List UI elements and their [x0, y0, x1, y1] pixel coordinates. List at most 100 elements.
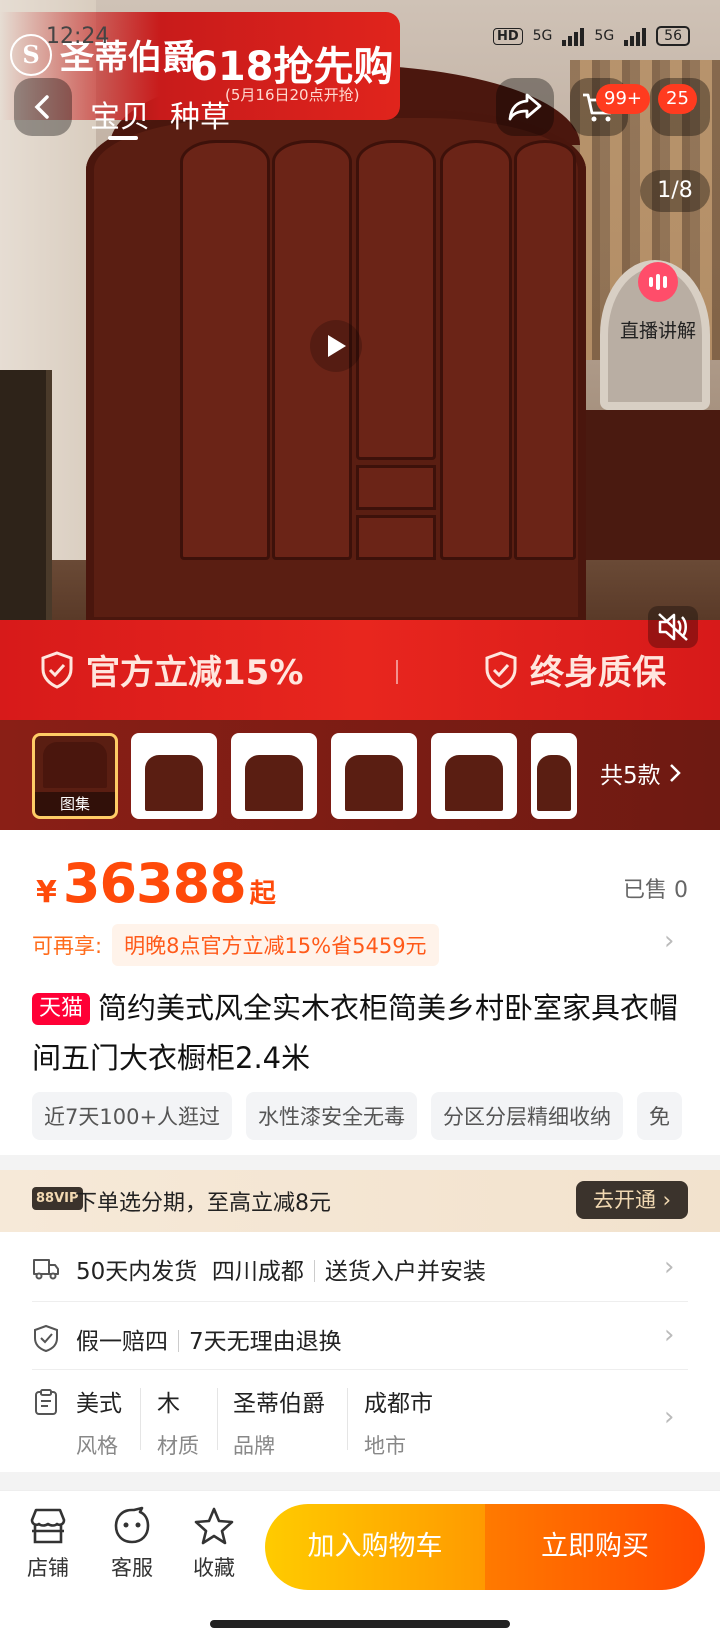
shipping-text: 50天内发货 四川成都 送货入户并安装 — [76, 1252, 486, 1286]
product-title: 天猫 简约美式风全实木衣柜简美乡村卧室家具衣帽间五门大衣橱柜2.4米 — [32, 983, 682, 1083]
cart-count-badge: 99+ — [596, 84, 650, 114]
price-value: 36388 — [62, 852, 247, 915]
price-currency: ¥ — [36, 875, 57, 910]
thumbnail-image — [43, 742, 107, 788]
spec-brand: 圣蒂伯爵 品牌 — [233, 1384, 325, 1460]
spec-key: 地市 — [364, 1434, 406, 1458]
shipping-service: 送货入户并安装 — [324, 1259, 486, 1285]
message-count-badge: 25 — [658, 84, 697, 114]
spec-key: 风格 — [76, 1434, 118, 1458]
thumbnail-variant[interactable] — [431, 733, 517, 819]
tab-item[interactable]: 宝贝 — [90, 92, 150, 136]
shield-check-icon — [41, 650, 73, 689]
tab-active-indicator — [108, 136, 138, 140]
divider — [217, 1388, 218, 1450]
thumbnail-image — [145, 755, 203, 811]
play-icon — [328, 335, 346, 357]
shop-label: 店铺 — [27, 1556, 69, 1580]
buy-now-button[interactable]: 立即购买 — [485, 1504, 705, 1590]
extra-discount-chip: 明晚8点官方立减15%省5459元 — [112, 924, 439, 966]
thumbnail-image — [345, 755, 403, 811]
variants-more-label: 共5款 — [600, 763, 661, 789]
chevron-right-icon[interactable]: › — [664, 926, 674, 956]
chat-face-icon — [114, 1506, 150, 1544]
signal-icon — [562, 26, 585, 46]
customer-service-button[interactable]: 客服 — [102, 1506, 162, 1582]
thumbnail-image — [445, 755, 503, 811]
chevron-right-icon: › — [664, 1402, 675, 1432]
tab-seeding[interactable]: 种草 — [170, 92, 230, 136]
live-explain-button[interactable]: 直播讲解 — [603, 262, 713, 372]
guarantee-text: 假一赔四 7天无理由退换 — [76, 1322, 342, 1356]
spec-style: 美式 风格 — [76, 1384, 122, 1460]
spec-key: 材质 — [157, 1434, 199, 1458]
promo-discount-label: 官方立减15% — [86, 653, 304, 693]
wardrobe-door — [440, 140, 512, 560]
divider — [178, 1330, 179, 1352]
favorite-label: 收藏 — [193, 1556, 235, 1580]
chevron-right-icon: › — [664, 1320, 675, 1350]
spec-city: 成都市 地市 — [364, 1384, 433, 1460]
strip-divider — [396, 660, 398, 684]
guarantee-return: 7天无理由退换 — [189, 1329, 342, 1355]
back-button[interactable] — [14, 78, 72, 136]
thumbnail-gallery[interactable]: 图集 — [32, 733, 118, 819]
spec-value: 圣蒂伯爵 — [233, 1391, 325, 1417]
mute-icon — [658, 613, 688, 641]
thumbnail-variant[interactable] — [331, 733, 417, 819]
spec-value: 木 — [157, 1391, 180, 1417]
thumbnail-image — [537, 755, 571, 811]
share-icon — [508, 93, 542, 121]
thumbnail-variant[interactable] — [131, 733, 217, 819]
product-page: S 圣蒂伯爵 618抢先购 (5月16日20点开抢) 12:24 HD 5G 5… — [0, 0, 720, 1640]
hero-frame — [0, 370, 52, 620]
product-tag: 免 — [637, 1092, 683, 1140]
divider — [313, 1260, 315, 1282]
status-bar: 12:24 HD 5G 5G 56 — [0, 0, 720, 70]
image-page-counter: 1/8 — [640, 170, 710, 212]
product-tag: 水性漆安全无毒 — [246, 1092, 418, 1140]
wardrobe-drawer — [356, 515, 436, 560]
network-5g-label: 5G — [532, 28, 553, 44]
promo-discount: 官方立减15% — [40, 645, 303, 694]
product-title-text: 简约美式风全实木衣柜简美乡村卧室家具衣帽间五门大衣橱柜2.4米 — [32, 991, 679, 1075]
thumbnail-gallery-label: 图集 — [35, 792, 115, 816]
shield-check-icon — [485, 650, 517, 689]
favorite-button[interactable]: 收藏 — [184, 1506, 244, 1582]
hero-desk — [585, 410, 720, 560]
thumbnail-variant[interactable] — [531, 733, 577, 819]
shop-icon — [30, 1508, 66, 1544]
shipping-row[interactable]: 50天内发货 四川成都 送货入户并安装 › — [32, 1232, 688, 1302]
variants-more-link[interactable]: 共5款 — [600, 756, 681, 790]
clipboard-icon — [35, 1389, 57, 1415]
guarantee-fake: 假一赔四 — [76, 1329, 168, 1355]
shipping-origin: 四川成都 — [211, 1259, 304, 1285]
thumbnail-variant[interactable] — [231, 733, 317, 819]
network-5g-label: 5G — [594, 28, 615, 44]
vip-open-label: 去开通 — [592, 1188, 656, 1212]
mute-button[interactable] — [648, 606, 698, 648]
divider — [347, 1388, 348, 1450]
promo-warranty: 终身质保 — [484, 645, 666, 694]
extra-discount-label: 可再享: — [32, 934, 103, 958]
shop-button[interactable]: 店铺 — [18, 1506, 78, 1582]
home-indicator[interactable] — [210, 1620, 510, 1628]
vip-open-button[interactable]: 去开通 › — [576, 1181, 688, 1219]
status-time: 12:24 — [46, 24, 110, 49]
chevron-right-icon: › — [664, 1252, 675, 1282]
live-bars-icon — [638, 262, 678, 302]
add-to-cart-button[interactable]: 加入购物车 — [265, 1504, 485, 1590]
tmall-badge: 天猫 — [32, 993, 91, 1025]
shipping-time: 50天内发货 — [76, 1259, 198, 1285]
customer-service-label: 客服 — [111, 1556, 153, 1580]
product-tags: 近7天100+人逛过 水性漆安全无毒 分区分层精细收纳 免 — [32, 1092, 720, 1140]
chevron-right-icon — [669, 764, 681, 782]
spec-key: 品牌 — [233, 1434, 275, 1458]
extra-discount[interactable]: 可再享: 明晚8点官方立减15%省5459元 — [32, 924, 439, 966]
share-button[interactable] — [496, 78, 554, 136]
product-tag: 分区分层精细收纳 — [431, 1092, 624, 1140]
guarantee-row[interactable]: 假一赔四 7天无理由退换 › — [32, 1302, 688, 1370]
video-play-button[interactable] — [310, 320, 362, 372]
wardrobe-door — [514, 140, 576, 560]
spec-value: 美式 — [76, 1391, 122, 1417]
